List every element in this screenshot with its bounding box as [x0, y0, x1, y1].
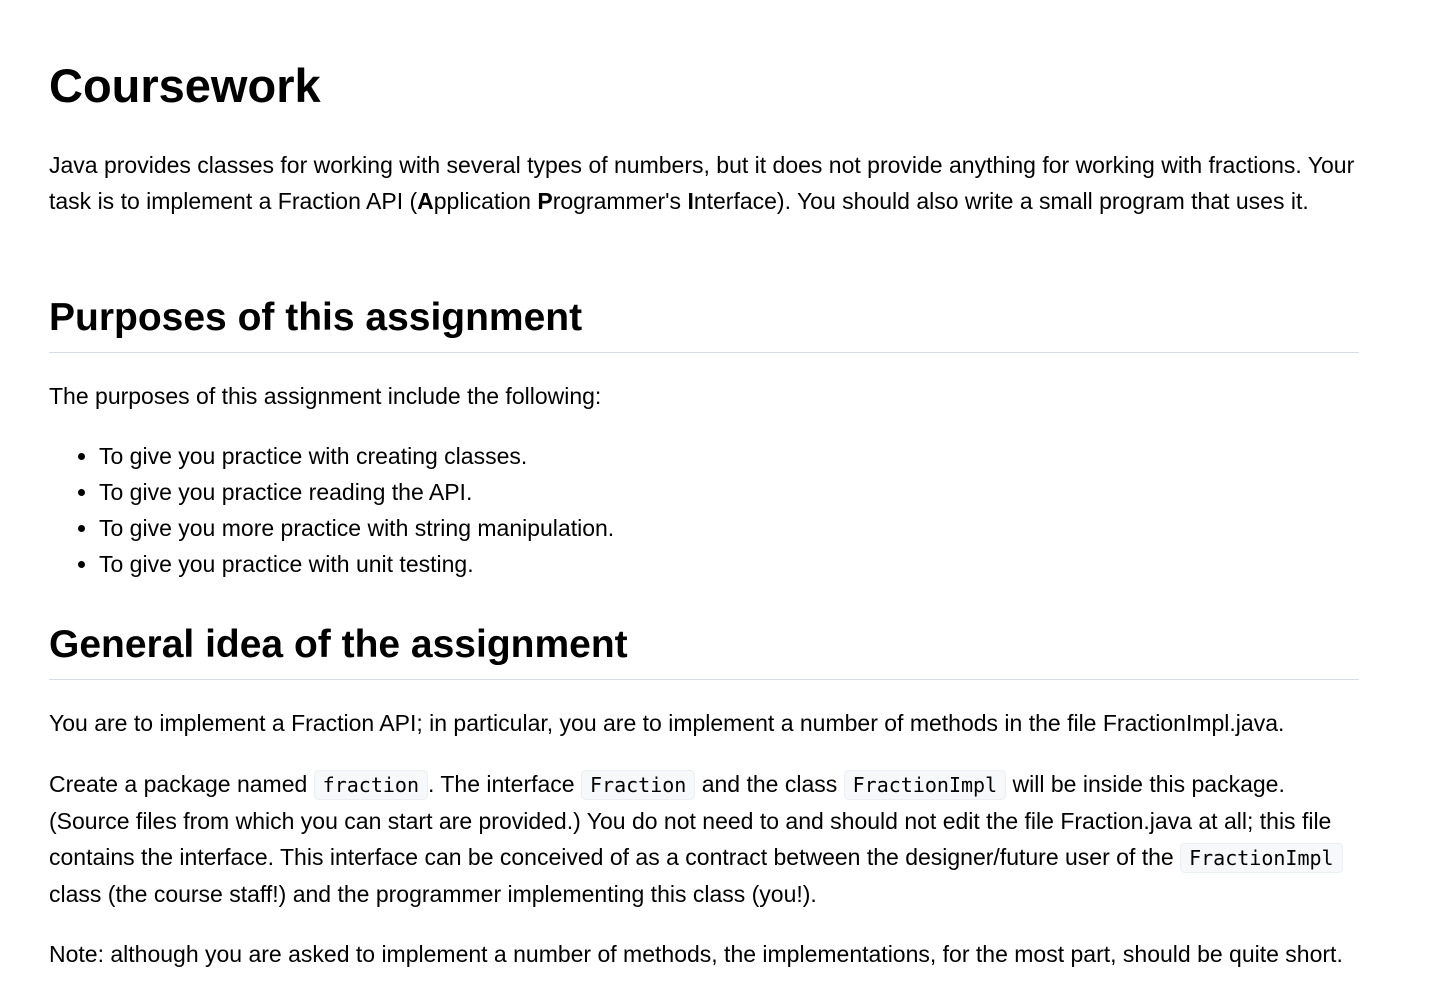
- general-p2-text-5: class (the course staff!) and the progra…: [49, 881, 817, 907]
- purposes-list: To give you practice with creating class…: [49, 438, 614, 582]
- general-p2-text-3: and the class: [695, 771, 844, 797]
- code-fractionimpl-class: FractionImpl: [843, 770, 1007, 800]
- intro-text-i: nterface). You should also write a small…: [693, 188, 1309, 214]
- code-fraction-package: fraction: [313, 770, 428, 800]
- purposes-heading: Purposes of this assignment: [49, 296, 583, 339]
- list-item: To give you practice with unit testing.: [99, 546, 614, 582]
- general-p2-text-1: Create a package named: [49, 771, 314, 797]
- general-heading: General idea of the assignment: [49, 623, 628, 666]
- list-item: To give you practice reading the API.: [99, 474, 614, 510]
- list-item: To give you practice with creating class…: [99, 438, 614, 474]
- general-p2-text-2: . The interface: [428, 771, 581, 797]
- document-page: Coursework Java provides classes for wor…: [0, 0, 1444, 991]
- intro-text-p: rogrammer's: [552, 188, 688, 214]
- code-fractionimpl-class-2: FractionImpl: [1180, 843, 1343, 873]
- general-paragraph-2: Create a package named fraction. The int…: [49, 766, 1359, 912]
- list-item: To give you more practice with string ma…: [99, 510, 614, 546]
- intro-paragraph: Java provides classes for working with s…: [49, 147, 1359, 219]
- general-paragraph-1: You are to implement a Fraction API; in …: [49, 710, 1285, 736]
- purposes-heading-section: Purposes of this assignment: [49, 294, 1359, 353]
- code-fraction-interface: Fraction: [581, 770, 696, 800]
- general-paragraph-3: Note: although you are asked to implemen…: [49, 941, 1343, 967]
- purposes-intro: The purposes of this assignment include …: [49, 383, 602, 409]
- intro-text-a: pplication: [433, 188, 538, 214]
- intro-bold-a: A: [417, 188, 434, 214]
- general-heading-section: General idea of the assignment: [49, 621, 1359, 680]
- page-title: Coursework: [49, 59, 321, 112]
- intro-bold-p: P: [537, 188, 553, 214]
